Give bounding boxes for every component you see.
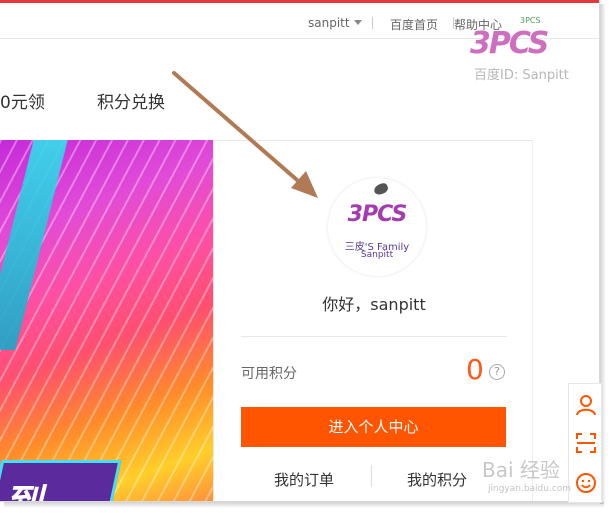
caret-down-icon [353,20,362,25]
banner-decor [0,140,73,350]
baidu-jingyan-watermark: Bai 经验 jingyan.baidu.com [470,452,610,502]
help-circle-icon[interactable]: ? [489,364,505,380]
points-label: 可用积分 [241,366,297,382]
banner-text: 到 [4,472,42,501]
baidu-watermark-text: Bai 经验 [482,458,560,482]
home-link[interactable]: 百度首页 [390,16,438,33]
card-divider [241,336,507,337]
watermark-id: 百度ID: Sanpitt [474,68,569,83]
avatar[interactable]: 3PCS 三皮'S Family Sanpitt [328,178,426,276]
points-value: 0 [466,353,484,386]
bird-icon [372,181,390,197]
page-shadow-bottom [4,502,604,508]
enter-personal-center-button[interactable]: 进入个人中心 [241,407,506,447]
my-orders-link[interactable]: 我的订单 [274,469,334,490]
nav-item-free[interactable]: 0元领 [0,88,45,113]
avatar-name: Sanpitt [360,250,394,260]
my-points-link[interactable]: 我的积分 [407,469,467,490]
username: sanpitt [308,16,350,30]
user-menu[interactable]: sanpitt [308,16,362,30]
promo-banner[interactable]: 到 [0,140,213,501]
baidu-watermark-url: jingyan.baidu.com [488,484,572,494]
watermark-logo: 3PCS [470,26,549,61]
link-divider [371,465,372,487]
user-icon[interactable] [575,394,597,416]
greeting: 你好，sanpitt [322,295,426,314]
scan-icon[interactable] [575,432,597,454]
user-card: 3PCS 三皮'S Family Sanpitt 你好，sanpitt 可用积分… [213,140,533,501]
watermark-small: 3PCS [520,16,541,25]
nav-item-points-exchange[interactable]: 积分兑换 [97,88,165,113]
avatar-brand: 3PCS [347,202,408,227]
divider [372,17,373,29]
